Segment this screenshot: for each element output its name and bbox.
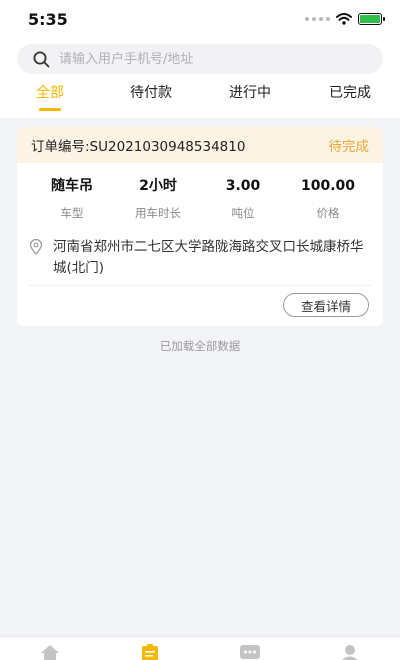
top-area: 5:35 全部 待付款 进行中 — [0, 0, 400, 118]
stat-vehicle-type: 随车吊 车型 — [27, 177, 117, 221]
stat-value: 3.00 — [225, 178, 261, 194]
bottom-nav — [0, 636, 400, 660]
tab-label: 全部 — [36, 85, 64, 101]
order-stats: 随车吊 车型 2小时 用车时长 3.00 吨位 100.00 价格 — [17, 163, 383, 223]
stat-price: 100.00 价格 — [283, 177, 373, 221]
tab-pending-payment[interactable]: 待付款 — [120, 82, 182, 114]
tab-all[interactable]: 全部 — [30, 82, 70, 114]
stat-value: 100.00 — [300, 178, 356, 194]
order-status-badge: 待完成 — [328, 139, 370, 155]
tab-active-indicator — [39, 108, 61, 111]
stat-label: 价格 — [316, 206, 340, 220]
status-time: 5:35 — [28, 10, 68, 29]
stat-duration: 2小时 用车时长 — [113, 177, 203, 221]
all-loaded-note: 已加载全部数据 — [159, 339, 241, 353]
tab-label: 待付款 — [130, 85, 172, 101]
tab-bar: 全部 待付款 进行中 已完成 — [0, 82, 400, 114]
status-icons — [305, 11, 385, 27]
home-icon[interactable] — [39, 643, 61, 660]
battery-icon — [358, 13, 385, 25]
order-address: 河南省郑州市二七区大学路陇海路交叉口长城康桥华城(北门) — [29, 237, 374, 279]
order-card-header: 订单编号:SU2021030948534810 待完成 — [17, 127, 383, 163]
search-input[interactable] — [59, 44, 383, 74]
stat-label: 吨位 — [231, 206, 255, 220]
orders-icon[interactable] — [139, 643, 161, 660]
stat-tonnage: 3.00 吨位 — [198, 177, 288, 221]
stat-value: 随车吊 — [51, 178, 93, 194]
tab-label: 已完成 — [329, 85, 371, 101]
profile-icon[interactable] — [339, 643, 361, 660]
stat-label: 车型 — [60, 206, 84, 220]
order-card[interactable]: 订单编号:SU2021030948534810 待完成 随车吊 车型 2小时 用… — [17, 127, 383, 326]
tab-in-progress[interactable]: 进行中 — [219, 82, 281, 114]
tab-completed[interactable]: 已完成 — [319, 82, 381, 114]
stat-label: 用车时长 — [135, 206, 181, 220]
tab-label: 进行中 — [229, 85, 271, 101]
stat-value: 2小时 — [139, 178, 177, 194]
search-icon — [31, 49, 51, 69]
order-number: 订单编号:SU2021030948534810 — [31, 139, 246, 155]
divider — [29, 285, 371, 286]
wifi-icon — [336, 13, 352, 25]
message-icon[interactable] — [239, 643, 261, 660]
signal-dots-icon — [305, 17, 330, 21]
location-pin-icon — [29, 239, 43, 255]
address-text: 河南省郑州市二七区大学路陇海路交叉口长城康桥华城(北门) — [53, 239, 364, 276]
search-bar[interactable] — [17, 44, 383, 74]
status-bar: 5:35 — [0, 0, 400, 38]
view-details-button[interactable]: 查看详情 — [283, 293, 369, 317]
